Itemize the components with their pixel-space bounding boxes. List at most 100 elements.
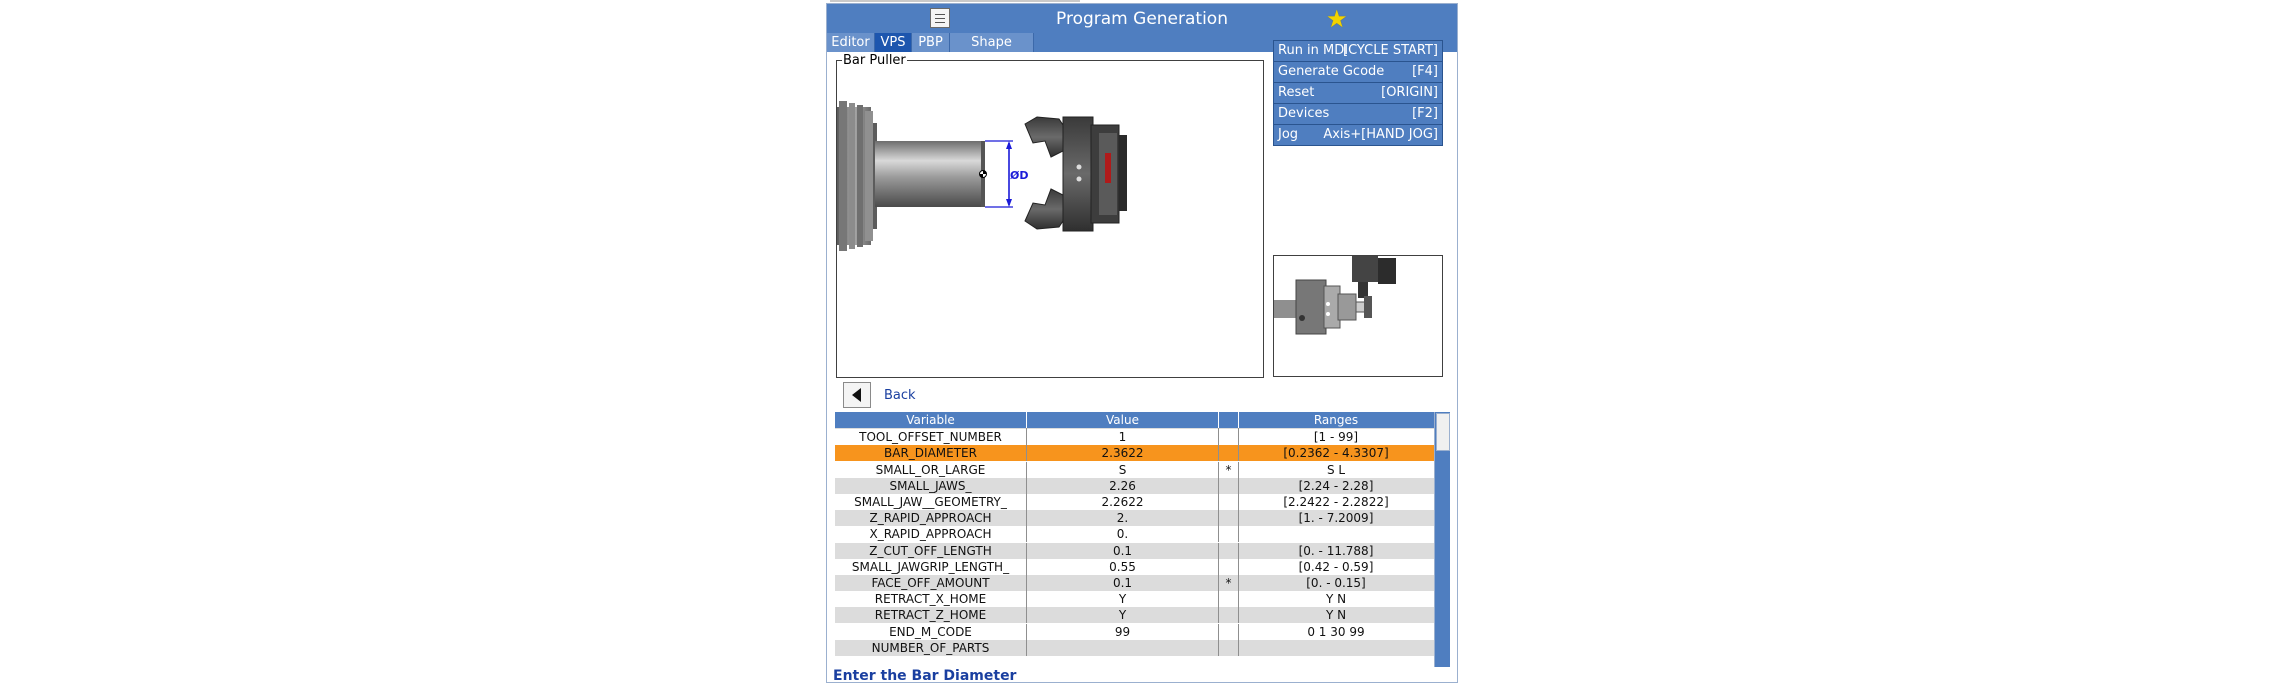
cell-value: Y	[1027, 591, 1219, 608]
cell-flag: *	[1219, 461, 1239, 478]
table-row[interactable]: SMALL_OR_LARGE S * S L	[835, 461, 1434, 478]
status-prompt: Enter the Bar Diameter	[833, 668, 1017, 684]
cell-value: 99	[1027, 623, 1219, 640]
cell-value: 2.26	[1027, 477, 1219, 494]
cell-flag	[1219, 542, 1239, 559]
cell-flag	[1219, 510, 1239, 527]
window-title: Program Generation	[1056, 9, 1228, 29]
header-ranges: Ranges	[1313, 413, 1359, 427]
cell-flag	[1219, 623, 1239, 640]
table-row[interactable]: X_RAPID_APPROACH 0.	[835, 526, 1434, 543]
table-row[interactable]: NUMBER_OF_PARTS	[835, 639, 1434, 656]
cell-ranges: Y N	[1325, 592, 1347, 607]
cell-value: Y	[1027, 607, 1219, 624]
cell-flag	[1219, 494, 1239, 510]
cell-ranges: [0.2362 - 4.3307]	[1283, 446, 1389, 461]
cell-ranges: [0. - 11.788]	[1298, 543, 1374, 558]
tab-pbp[interactable]: PBP	[912, 33, 950, 52]
cell-value: 0.1	[1027, 542, 1219, 559]
bar-puller-preview: Bar Puller ØD	[836, 53, 1264, 378]
cell-flag	[1219, 429, 1239, 446]
table-header: Variable Value Ranges	[835, 412, 1434, 428]
run-in-mdi-button[interactable]: Run in MDI [CYCLE START]	[1273, 40, 1443, 62]
cell-variable: SMALL_JAW__GEOMETRY_	[835, 494, 1027, 510]
tab-shape-creator[interactable]: Shape Creator	[950, 33, 1034, 69]
cell-variable: Z_CUT_OFF_LENGTH	[835, 542, 1027, 559]
cell-variable: BAR_DIAMETER	[835, 445, 1027, 462]
cell-ranges: S L	[1326, 462, 1346, 477]
cell-value: 2.2622	[1027, 494, 1219, 510]
table-scrollbar[interactable]	[1434, 412, 1450, 667]
title-bar: Program Generation ★	[827, 4, 1457, 33]
gripper	[1024, 116, 1127, 232]
table-row[interactable]: Z_CUT_OFF_LENGTH 0.1 [0. - 11.788]	[835, 542, 1434, 559]
jog-button[interactable]: Jog Axis+[HAND JOG]	[1273, 124, 1443, 146]
cell-variable: SMALL_JAWS_	[835, 477, 1027, 494]
cell-value: 1	[1027, 429, 1219, 446]
cell-ranges: 0 1 30 99	[1307, 624, 1365, 639]
cell-value: 2.3622	[1027, 445, 1219, 462]
table-row[interactable]: SMALL_JAWS_ 2.26 [2.24 - 2.28]	[835, 477, 1434, 494]
table-row[interactable]: Z_RAPID_APPROACH 2. [1. - 7.2009]	[835, 510, 1434, 527]
table-row[interactable]: RETRACT_X_HOME Y Y N	[835, 591, 1434, 608]
cell-variable: END_M_CODE	[835, 623, 1027, 640]
cell-variable: SMALL_OR_LARGE	[835, 461, 1027, 478]
chuck-body	[837, 101, 877, 251]
cell-flag	[1219, 445, 1239, 462]
bar-stock	[875, 141, 983, 207]
cell-flag	[1219, 558, 1239, 575]
cell-value: 2.	[1027, 510, 1219, 527]
generate-gcode-button[interactable]: Generate Gcode [F4]	[1273, 61, 1443, 83]
table-row[interactable]: RETRACT_Z_HOME Y Y N	[835, 607, 1434, 624]
table-row[interactable]: END_M_CODE 99 0 1 30 99	[835, 623, 1434, 640]
devices-button[interactable]: Devices [F2]	[1273, 103, 1443, 125]
cell-ranges	[1239, 526, 1433, 542]
cell-variable: TOOL_OFFSET_NUMBER	[835, 429, 1027, 446]
bar-puller-illustration: ØD	[837, 101, 1127, 251]
cell-flag	[1219, 526, 1239, 543]
cell-variable: Z_RAPID_APPROACH	[835, 510, 1027, 527]
top-divider	[830, 0, 1080, 2]
cell-value: 0.	[1027, 526, 1219, 543]
program-generation-window: Program Generation ★ Editor VPS PBP Shap…	[826, 3, 1458, 684]
reset-button[interactable]: Reset [ORIGIN]	[1273, 82, 1443, 104]
cell-flag: *	[1219, 575, 1239, 591]
table-row[interactable]: SMALL_JAWGRIP_LENGTH_ 0.55 [0.42 - 0.59]	[835, 558, 1434, 575]
table-row[interactable]: BAR_DIAMETER 2.3622 [0.2362 - 4.3307]	[835, 445, 1434, 462]
tab-vps[interactable]: VPS	[875, 33, 912, 52]
cell-value: 0.55	[1027, 558, 1219, 575]
cell-flag	[1219, 477, 1239, 494]
setup-thumbnail	[1273, 255, 1443, 377]
cell-ranges	[1239, 640, 1433, 656]
cell-value: 0.1	[1027, 575, 1219, 591]
cell-variable: SMALL_JAWGRIP_LENGTH_	[835, 558, 1027, 575]
table-row[interactable]: SMALL_JAW__GEOMETRY_ 2.2622 [2.2422 - 2.28…	[835, 494, 1434, 510]
tab-editor[interactable]: Editor	[827, 33, 875, 52]
header-variable: Variable	[835, 412, 1027, 428]
header-flag	[1219, 412, 1239, 428]
header-value: Value	[1027, 412, 1219, 428]
cell-ranges: [0. - 0.15]	[1306, 576, 1366, 590]
cell-flag	[1219, 607, 1239, 624]
cell-variable: RETRACT_Z_HOME	[835, 607, 1027, 624]
cell-ranges: [0.42 - 0.59]	[1298, 559, 1374, 574]
table-row[interactable]: FACE_OFF_AMOUNT 0.1 * [0. - 0.15]	[835, 575, 1434, 591]
scrollbar-thumb[interactable]	[1436, 413, 1450, 451]
star-icon[interactable]: ★	[1326, 5, 1348, 33]
cell-variable: FACE_OFF_AMOUNT	[835, 575, 1027, 591]
cell-flag	[1219, 639, 1239, 656]
variables-table: Variable Value Ranges TOOL_NUMBER1[1 - 3…	[835, 412, 1434, 667]
diameter-label: ØD	[1010, 169, 1028, 182]
cell-ranges: [1 - 99]	[1313, 430, 1359, 445]
cell-value	[1027, 639, 1219, 656]
cell-ranges: [2.2422 - 2.2822]	[1283, 495, 1389, 509]
setup-thumbnail-image	[1274, 256, 1396, 335]
cell-ranges: Y N	[1325, 608, 1347, 623]
cell-ranges: [1. - 7.2009]	[1298, 511, 1374, 526]
cell-variable: NUMBER_OF_PARTS	[835, 639, 1027, 656]
back-link[interactable]: Back	[884, 388, 916, 403]
table-row[interactable]: TOOL_OFFSET_NUMBER 1 [1 - 99]	[835, 429, 1434, 446]
cell-value: S	[1027, 461, 1219, 478]
cell-variable: RETRACT_X_HOME	[835, 591, 1027, 608]
back-arrow-icon[interactable]	[843, 382, 871, 408]
